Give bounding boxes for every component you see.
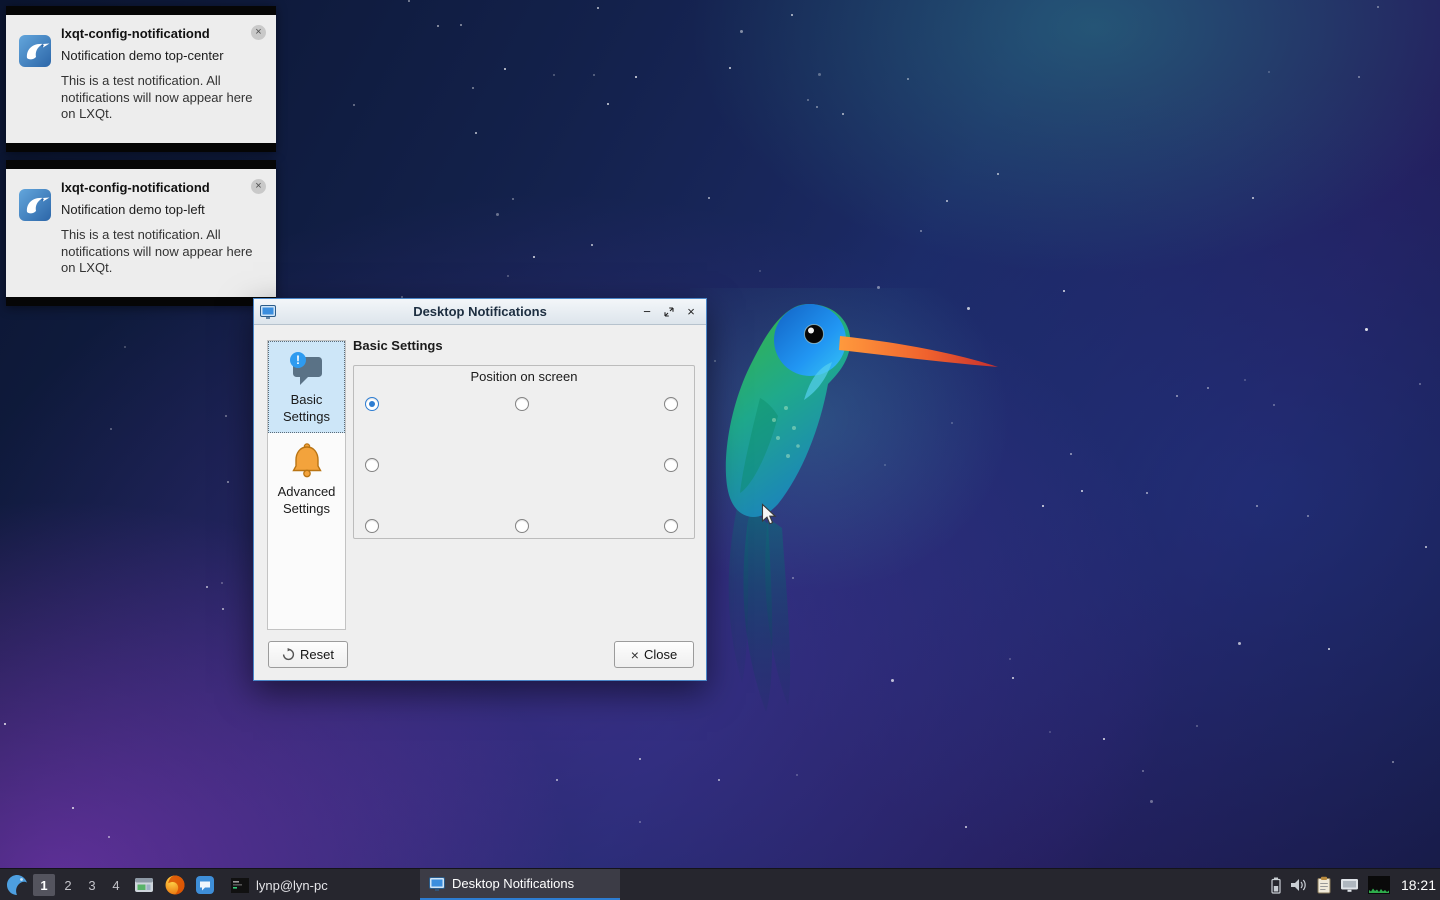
reset-button-label: Reset [300, 647, 334, 662]
task-label: Desktop Notifications [452, 876, 574, 891]
notification-content: lxqt-config-notificationd × Notification… [6, 15, 276, 143]
notification-body: This is a test notification. All notific… [61, 73, 266, 124]
taskbar-task-terminal[interactable]: lynp@lyn-pc [222, 869, 418, 900]
display-icon[interactable] [1340, 878, 1359, 893]
notification-texts: lxqt-config-notificationd × Notification… [61, 179, 266, 285]
reset-icon [282, 648, 295, 661]
sidebar-item-advanced-settings[interactable]: Advanced Settings [268, 433, 345, 525]
notification-close-icon[interactable]: × [251, 179, 266, 194]
notifications-app-icon [429, 877, 445, 891]
notification-summary: Notification demo top-center [61, 48, 266, 65]
workspace-button-4[interactable]: 4 [105, 874, 127, 896]
notification-app-name: lxqt-config-notificationd [61, 179, 251, 195]
radio-position-bottom-left[interactable] [365, 519, 379, 533]
notification-texts: lxqt-config-notificationd × Notification… [61, 25, 266, 131]
volume-icon[interactable] [1290, 877, 1308, 893]
chat-launcher-icon[interactable] [194, 874, 216, 896]
radio-position-top-left[interactable] [365, 397, 379, 411]
notification-close-icon[interactable]: × [251, 25, 266, 40]
notification-bottom-bar [6, 297, 276, 306]
wallpaper-hummingbird [690, 288, 1020, 728]
cpu-monitor[interactable] [1368, 876, 1390, 894]
notification-summary: Notification demo top-left [61, 202, 266, 219]
dialog-close-button[interactable]: × Close [614, 641, 694, 668]
radio-position-top-right[interactable] [664, 397, 678, 411]
notification-popup: lxqt-config-notificationd × Notification… [6, 6, 276, 152]
desktop-notifications-window: Desktop Notifications − × ! Basic Settin… [253, 298, 707, 681]
notification-top-bar [6, 160, 276, 169]
sidebar-item-basic-settings[interactable]: ! Basic Settings [268, 341, 345, 433]
notification-app-name: lxqt-config-notificationd [61, 25, 251, 41]
restore-button[interactable] [660, 303, 678, 321]
reset-button[interactable]: Reset [268, 641, 348, 668]
close-x-icon: × [631, 648, 639, 662]
window-titlebar[interactable]: Desktop Notifications − × [254, 299, 706, 325]
sidebar-item-label: Basic Settings [270, 392, 343, 425]
workspace-button-2[interactable]: 2 [57, 874, 79, 896]
lxqt-logo-icon [18, 188, 52, 285]
system-tray: 18:21 [1271, 869, 1436, 900]
workspace-button-1[interactable]: 1 [33, 874, 55, 896]
desktop: lxqt-config-notificationd × Notification… [0, 0, 1440, 900]
app-menu-button[interactable] [5, 873, 29, 897]
notification-body: This is a test notification. All notific… [61, 227, 266, 278]
terminal-icon [231, 878, 249, 893]
notification-content: lxqt-config-notificationd × Notification… [6, 169, 276, 297]
firefox-launcher-icon[interactable] [164, 874, 186, 896]
notification-bubble-icon: ! [287, 349, 327, 389]
taskbar-task-desktop-notifications[interactable]: Desktop Notifications [420, 869, 620, 900]
radio-position-bottom-right[interactable] [664, 519, 678, 533]
page-heading: Basic Settings [353, 338, 443, 353]
settings-sidebar: ! Basic Settings Advanced Settings [267, 340, 346, 630]
svg-text:!: ! [296, 353, 300, 367]
desktop-launcher-icon[interactable] [133, 874, 155, 896]
bell-icon [287, 441, 327, 481]
radio-position-bottom-center[interactable] [515, 519, 529, 533]
radio-position-top-center[interactable] [515, 397, 529, 411]
taskbar: 1 2 3 4 lynp@lyn-pc Desktop Notification… [0, 868, 1440, 900]
notification-bottom-bar [6, 143, 276, 152]
clipboard-icon[interactable] [1317, 876, 1331, 894]
battery-icon[interactable] [1271, 877, 1281, 894]
close-button[interactable]: × [682, 303, 700, 321]
radio-position-middle-left[interactable] [365, 458, 379, 472]
workspace-button-3[interactable]: 3 [81, 874, 103, 896]
position-groupbox: Position on screen [353, 365, 695, 539]
window-app-icon [260, 305, 276, 319]
task-label: lynp@lyn-pc [256, 878, 328, 893]
close-button-label: Close [644, 647, 677, 662]
minimize-button[interactable]: − [638, 303, 656, 321]
clock[interactable]: 18:21 [1399, 877, 1436, 893]
radio-position-middle-right[interactable] [664, 458, 678, 472]
notification-popup: lxqt-config-notificationd × Notification… [6, 160, 276, 306]
groupbox-title: Position on screen [354, 369, 694, 384]
mouse-cursor [761, 503, 778, 526]
lxqt-logo-icon [18, 34, 52, 131]
sidebar-item-label: Advanced Settings [270, 484, 343, 517]
notification-top-bar [6, 6, 276, 15]
